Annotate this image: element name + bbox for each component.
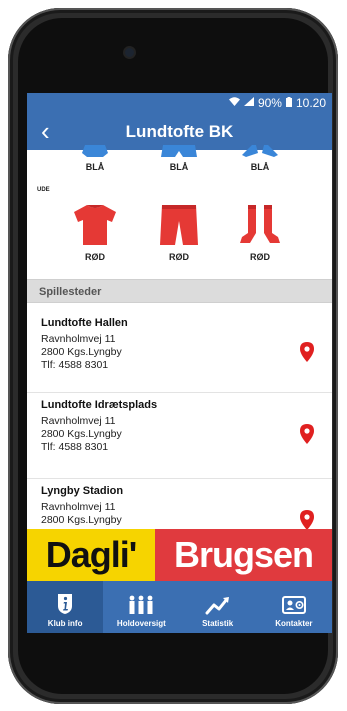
tab-label: Statistik	[202, 619, 234, 628]
away-shorts: RØD	[149, 203, 209, 262]
shirt-icon	[74, 205, 116, 245]
venue-street: Ravnholmvej 11	[41, 333, 116, 345]
map-pin-icon[interactable]	[300, 510, 314, 530]
venue-street: Ravnholmvej 11	[41, 415, 116, 427]
away-shirt: RØD	[65, 203, 125, 262]
battery-icon	[285, 96, 292, 110]
ad-text-right: Brugsen	[155, 529, 332, 581]
map-pin-icon[interactable]	[300, 424, 314, 444]
status-bar: 90% 10.20	[27, 93, 332, 113]
away-shorts-label: RØD	[169, 252, 189, 262]
team-icon	[129, 595, 153, 614]
venue-name: Lyngby Stadion	[41, 485, 124, 497]
tab-statistik[interactable]: Statistik	[180, 581, 256, 633]
tab-kontakter[interactable]: Kontakter	[256, 581, 332, 633]
venue-city: 2800 Kgs.Lyngby	[41, 346, 122, 358]
tab-klub-info[interactable]: Klub info	[27, 581, 104, 633]
venue-item[interactable]: Lundtofte Hallen Ravnholmvej 11 2800 Kgs…	[27, 311, 332, 393]
venue-phone: Tlf: 4588 8301	[41, 441, 109, 453]
signal-icon	[243, 97, 254, 109]
shorts-icon	[160, 205, 198, 245]
contact-card-icon	[281, 596, 306, 614]
tab-bar: Klub info Holdoversigt Statistik Kontakt…	[27, 581, 332, 633]
tab-holdoversigt[interactable]: Holdoversigt	[103, 581, 179, 633]
venue-street: Ravnholmvej 11	[41, 501, 116, 513]
venue-city: 2800 Kgs.Lyngby	[41, 514, 122, 526]
back-button[interactable]: ‹	[41, 117, 50, 145]
tab-label: Klub info	[47, 619, 83, 628]
venue-name: Lundtofte Idrætsplads	[41, 399, 158, 411]
away-kit-label: UDE	[37, 187, 50, 193]
venue-name: Lundtofte Hallen	[41, 317, 128, 329]
home-shorts: BLÅ	[149, 144, 209, 172]
socks-icon	[242, 145, 278, 157]
away-shirt-label: RØD	[85, 252, 105, 262]
shorts-icon	[161, 145, 197, 157]
wifi-icon	[228, 97, 240, 109]
map-pin-icon[interactable]	[300, 342, 314, 362]
ad-text-left: Dagli'	[27, 529, 155, 581]
home-socks-label: BLÅ	[250, 162, 270, 172]
tab-label: Kontakter	[275, 619, 313, 628]
info-icon	[58, 594, 73, 614]
socks-icon	[240, 205, 280, 243]
home-kit-row: BLÅ BLÅ BLÅ	[27, 145, 332, 182]
page-title: Lundtofte BK	[125, 121, 234, 141]
clock: 10.20	[295, 96, 326, 110]
shirt-icon	[82, 145, 108, 157]
home-shirt-label: BLÅ	[85, 162, 105, 172]
away-socks-label: RØD	[250, 252, 270, 262]
home-shirt: BLÅ	[65, 144, 125, 172]
away-socks: RØD	[230, 203, 290, 262]
tab-label: Holdoversigt	[116, 619, 166, 628]
front-camera	[125, 48, 134, 57]
home-shorts-label: BLÅ	[169, 162, 189, 172]
venues-section-header: Spillesteder	[27, 279, 332, 303]
ad-banner[interactable]: Dagli' Brugsen	[27, 529, 332, 581]
venue-item[interactable]: Lundtofte Idrætsplads Ravnholmvej 11 280…	[27, 393, 332, 479]
chart-icon	[205, 597, 229, 615]
venue-city: 2800 Kgs.Lyngby	[41, 428, 122, 440]
battery-percent: 90%	[257, 96, 282, 110]
app-screen: 90% 10.20 ‹ Lundtofte BK BLÅ BLÅ BLÅ UDE…	[27, 93, 332, 633]
venue-phone: Tlf: 4588 8301	[41, 359, 109, 371]
home-socks: BLÅ	[230, 144, 290, 172]
